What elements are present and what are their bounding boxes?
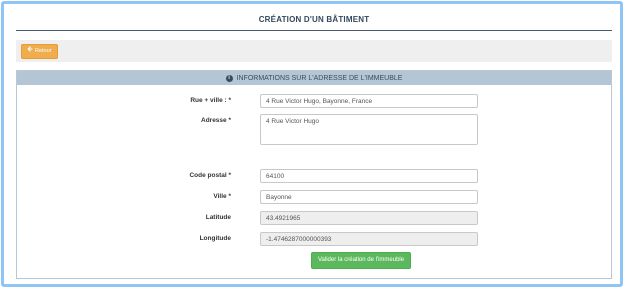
address-panel: i INFORMATIONS SUR L'ADRESSE DE L'IMMEUB… [16,70,612,279]
street-city-input[interactable] [260,94,478,108]
address-textarea[interactable]: 4 Rue Victor Hugo [260,114,478,145]
city-input[interactable] [260,190,478,204]
latitude-input [260,211,478,225]
back-button[interactable]: Retour [21,44,58,59]
address-label: Adresse * [201,117,231,124]
longitude-input [260,232,478,246]
longitude-label: Longitude [199,235,231,242]
window-frame: CRÉATION D'UN BÂTIMENT Retour i INFORMAT… [1,1,623,287]
arrow-left-icon [27,45,33,58]
postal-code-label: Code postal * [189,172,231,179]
panel-header: i INFORMATIONS SUR L'ADRESSE DE L'IMMEUB… [17,71,611,85]
back-button-label: Retour [35,48,52,54]
street-city-label: Rue + ville : * [190,97,231,104]
panel-title: INFORMATIONS SUR L'ADRESSE DE L'IMMEUBLE [236,74,403,82]
latitude-label: Latitude [205,214,231,221]
submit-button[interactable]: Valider la création de l'immeuble [311,252,412,269]
postal-code-input[interactable] [260,169,478,183]
title-divider [16,30,612,31]
info-circle-icon: i [225,74,233,82]
toolbar: Retour [16,40,612,62]
city-label: Ville * [213,193,231,200]
